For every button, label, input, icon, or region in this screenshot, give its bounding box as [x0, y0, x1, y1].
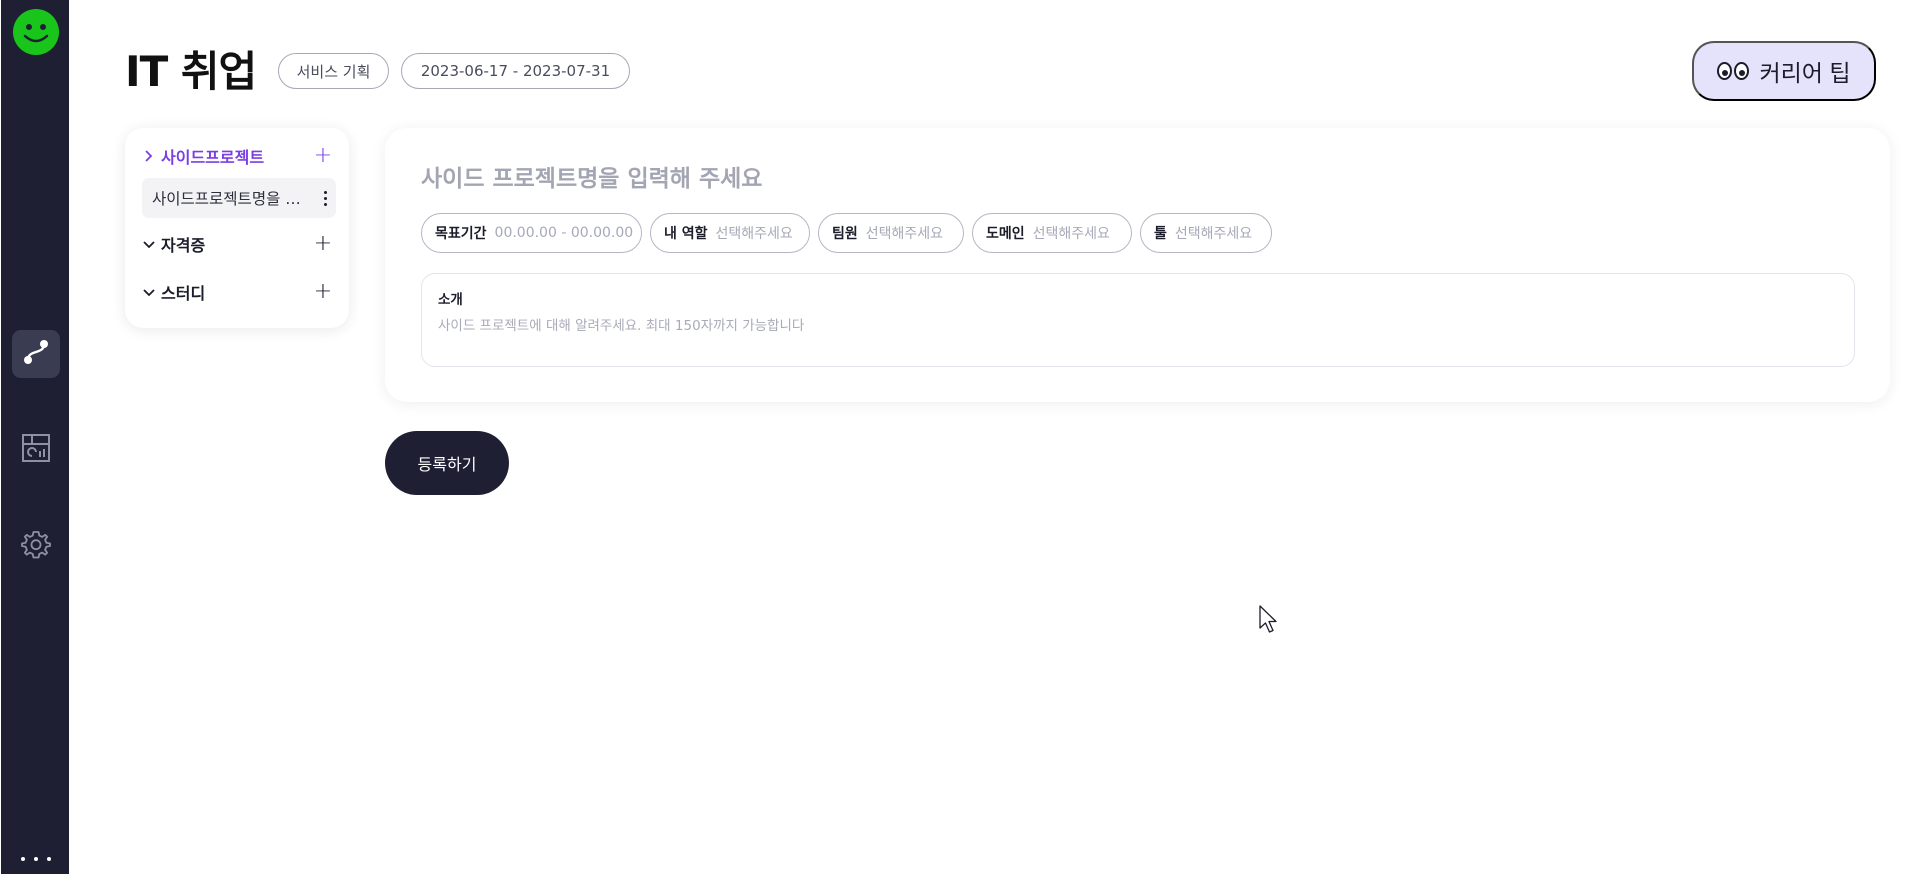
page-title: IT 취업 — [125, 47, 257, 96]
roadmap-icon — [21, 337, 51, 371]
field-value: 선택해주세요 — [1032, 226, 1110, 242]
settings-nav-button[interactable] — [12, 522, 60, 570]
category-chip: 서비스 기획 — [278, 53, 389, 89]
field-label: 팀원 — [832, 226, 858, 242]
gear-icon — [21, 529, 51, 563]
smile-logo-icon[interactable] — [13, 9, 59, 55]
period-chip: 2023-06-17 - 2023-07-31 — [401, 53, 630, 89]
side-project-editor: 목표기간 00.00.00 - 00.00.00 내 역할 선택해주세요 팀원 … — [385, 128, 1890, 402]
field-label: 내 역할 — [664, 226, 708, 242]
eyes-icon — [1717, 62, 1750, 80]
chevron-down-icon — [143, 239, 161, 249]
career-tip-button[interactable]: 커리어 팁 — [1692, 41, 1876, 101]
category-study[interactable]: 스터디 + — [143, 280, 333, 304]
tool-field[interactable]: 툴 선택해주세요 — [1140, 213, 1272, 253]
mouse-cursor-icon — [1259, 605, 1279, 639]
roadmap-nav-button[interactable] — [12, 330, 60, 378]
field-label: 툴 — [1154, 226, 1167, 242]
intro-textarea[interactable]: 소개 사이드 프로젝트에 대해 알려주세요. 최대 150자까지 가능합니다 — [421, 273, 1855, 367]
project-name-input[interactable] — [421, 162, 1321, 196]
intro-label: 소개 — [438, 292, 463, 308]
field-value: 선택해주세요 — [715, 226, 793, 242]
category-label: 사이드프로젝트 — [161, 148, 265, 167]
side-project-item-label: 사이드프로젝트명을 … — [152, 190, 301, 208]
field-value: 선택해주세요 — [865, 226, 944, 242]
my-role-field[interactable]: 내 역할 선택해주세요 — [650, 213, 810, 253]
left-nav-rail — [1, 0, 69, 874]
chevron-down-icon — [143, 287, 161, 297]
dashboard-icon — [21, 433, 51, 467]
category-certificate[interactable]: 자격증 + — [143, 232, 333, 256]
category-label: 자격증 — [161, 236, 206, 255]
dashboard-nav-button[interactable] — [12, 426, 60, 474]
intro-placeholder: 사이드 프로젝트에 대해 알려주세요. 최대 150자까지 가능합니다 — [438, 318, 805, 334]
domain-field[interactable]: 도메인 선택해주세요 — [972, 213, 1132, 253]
chevron-right-icon — [143, 150, 161, 162]
field-value: 00.00.00 - 00.00.00 — [494, 225, 634, 241]
register-button[interactable]: 등록하기 — [385, 431, 509, 495]
career-tip-label: 커리어 팁 — [1759, 60, 1851, 86]
category-side-project[interactable]: 사이드프로젝트 + — [143, 144, 333, 168]
field-label: 도메인 — [986, 226, 1025, 242]
add-side-project-button[interactable]: + — [313, 145, 333, 167]
kebab-menu-icon[interactable] — [314, 190, 336, 206]
goal-period-field[interactable]: 목표기간 00.00.00 - 00.00.00 — [421, 213, 642, 253]
side-project-list-item[interactable]: 사이드프로젝트명을 … — [142, 178, 336, 218]
field-value: 선택해주세요 — [1174, 226, 1253, 242]
field-label: 목표기간 — [435, 226, 487, 242]
add-certificate-button[interactable]: + — [313, 233, 333, 255]
more-icon[interactable] — [21, 853, 51, 865]
add-study-button[interactable]: + — [313, 281, 333, 303]
team-member-field[interactable]: 팀원 선택해주세요 — [818, 213, 964, 253]
category-panel: 사이드프로젝트 + 사이드프로젝트명을 … 자격증 + 스터디 + — [125, 128, 349, 328]
category-label: 스터디 — [161, 284, 206, 303]
